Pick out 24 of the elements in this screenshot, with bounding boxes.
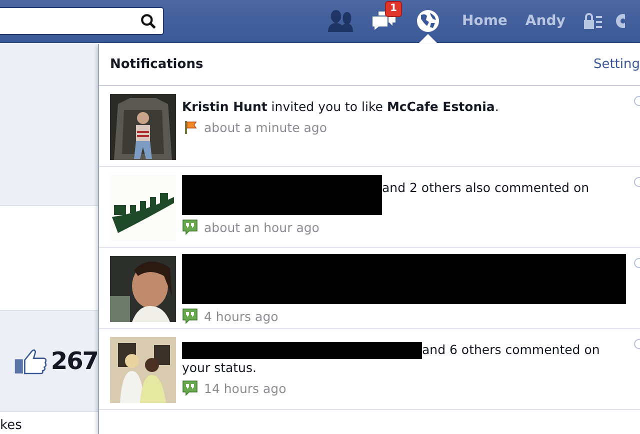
notification-item[interactable]: Kristin Hunt invited you to like McCafe Estonia. about a minute ago (99, 86, 640, 167)
notification-text: and 6 others commented on your status. (182, 341, 601, 376)
comment-icon (182, 219, 198, 235)
count-badge: 1 (385, 1, 402, 17)
nav-link[interactable]: Andy (525, 13, 566, 29)
timestamp: about a minute ago (204, 120, 327, 134)
lock-icon[interactable] (581, 12, 604, 30)
likes-label: kes (0, 418, 22, 433)
search-icon (140, 12, 157, 30)
notification-item[interactable]: and 2 others also commented on about an hour ago (99, 167, 640, 248)
timestamp: 4 hours ago (204, 308, 278, 324)
comment-icon (182, 380, 198, 396)
like-count: 267 (50, 347, 98, 375)
nav-link[interactable]: Home (462, 13, 508, 29)
comment-icon (182, 308, 198, 324)
panel-title: Notifications (110, 57, 204, 72)
notification-text: and 2 others also commented on (182, 179, 626, 215)
flag-icon (182, 119, 198, 135)
search-field[interactable] (0, 7, 164, 35)
timestamp: 14 hours ago (204, 380, 286, 396)
notification-item[interactable]: and 6 others commented on your status. 14 hours ago (99, 329, 640, 410)
timestamp: about an hour ago (204, 220, 320, 234)
notification-text: Kristin Hunt invited you to like McCafe Estonia. (182, 98, 500, 115)
settings-link[interactable]: Setting (593, 57, 640, 72)
